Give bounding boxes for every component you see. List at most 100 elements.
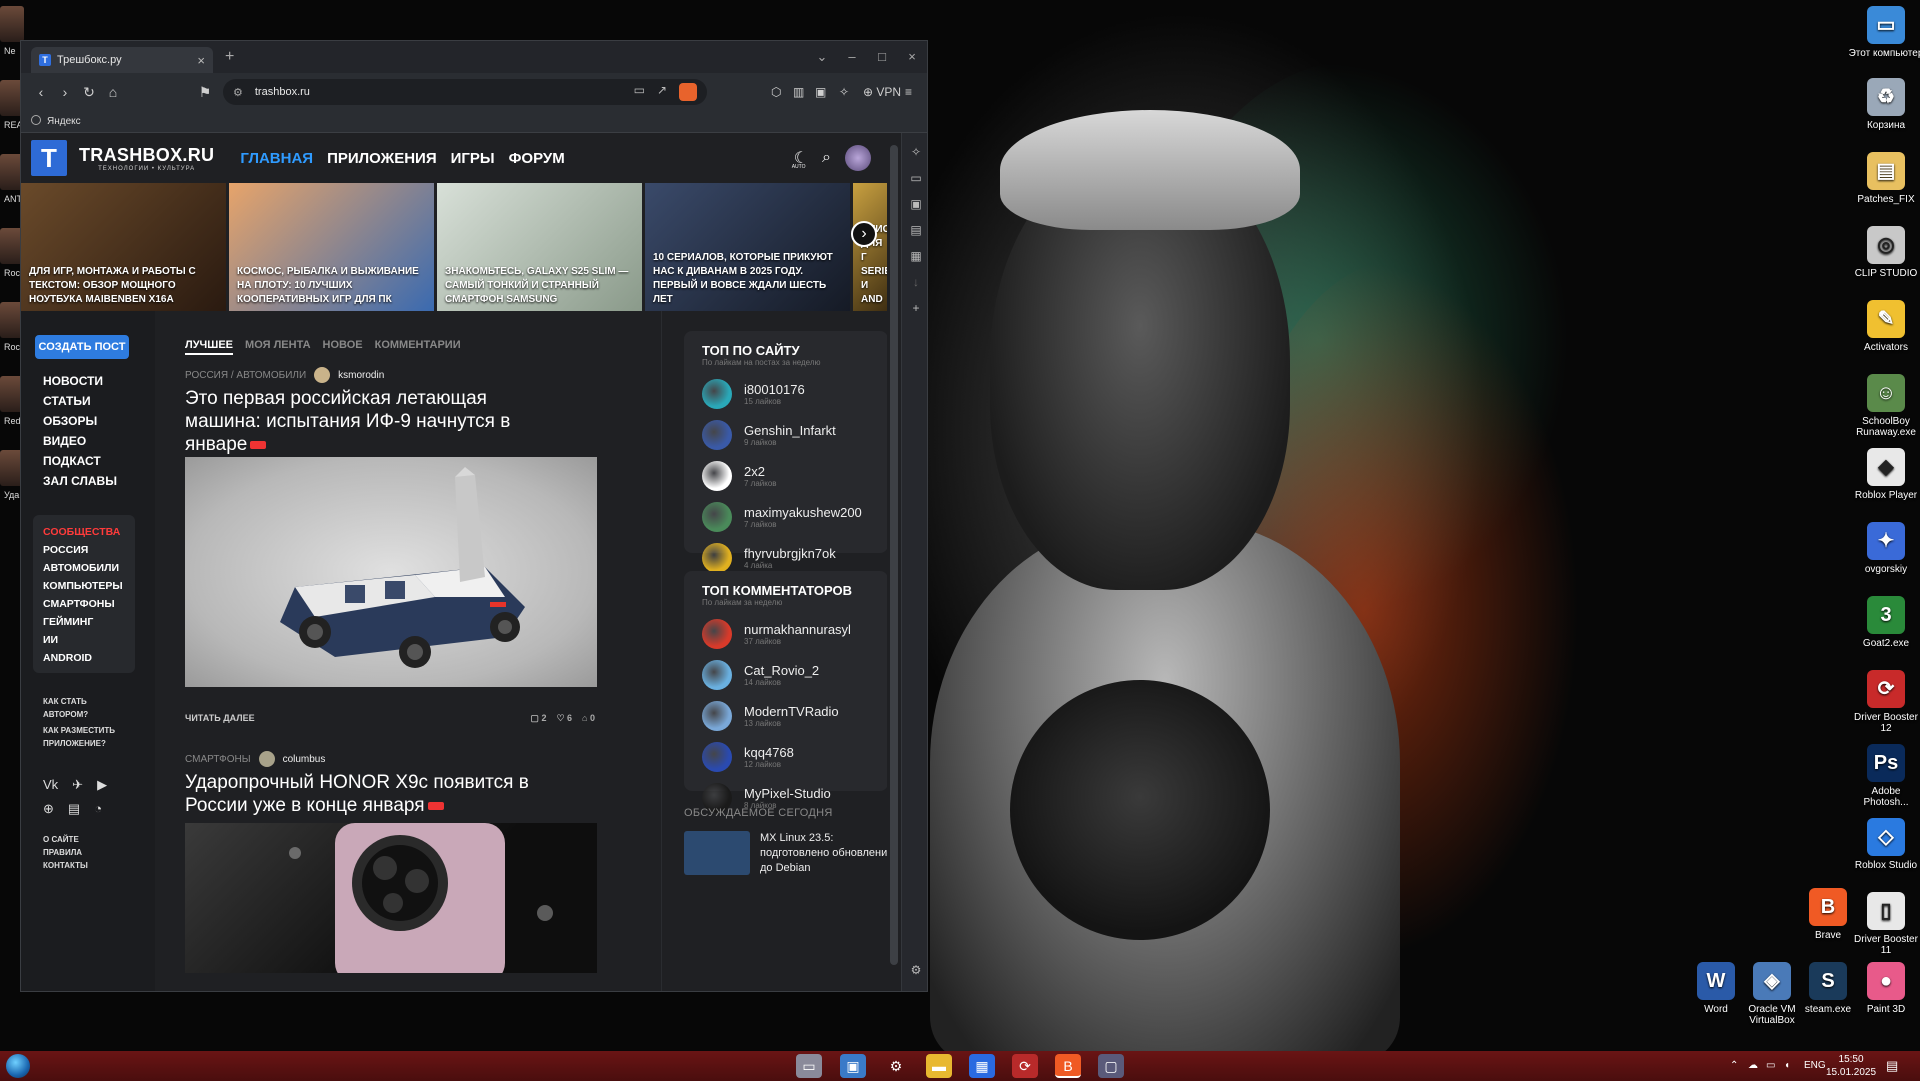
- nav-item-0[interactable]: ГЛАВНАЯ: [240, 150, 313, 167]
- carousel-card[interactable]: КОСМОС, РЫБАЛКА И ВЫЖИВАНИЕ НА ПЛОТУ: 10…: [229, 183, 434, 311]
- menu-icon[interactable]: ≡: [905, 73, 912, 111]
- user-item[interactable]: 2x2 7 лайков: [702, 455, 870, 496]
- start-button[interactable]: [6, 1054, 30, 1078]
- wallet-sidebar-icon[interactable]: ▣: [902, 197, 927, 211]
- back-icon[interactable]: ‹: [29, 80, 53, 104]
- feed-tab[interactable]: МОЯ ЛЕНТА: [245, 339, 311, 355]
- discussed-item[interactable]: MX Linux 23.5: подготовлено обновление д…: [684, 831, 901, 876]
- desktop-icon[interactable]: ✦ ovgorskiy: [1848, 522, 1920, 575]
- desktop-icon[interactable]: Ps Adobe Photosh...: [1848, 744, 1920, 808]
- forward-icon[interactable]: ›: [53, 80, 77, 104]
- close-tab-icon[interactable]: ×: [197, 53, 205, 68]
- language-indicator[interactable]: ENG: [1804, 1051, 1826, 1081]
- post-title-2[interactable]: Ударопрочный HONOR X9c появится в России…: [185, 771, 565, 817]
- nav-link[interactable]: ЗАЛ СЛАВЫ: [43, 471, 117, 491]
- carousel-card[interactable]: ЗНАКОМЬТЕСЬ, GALAXY S25 SLIM — САМЫЙ ТОН…: [437, 183, 642, 311]
- post-image-2[interactable]: [185, 823, 597, 973]
- vk-icon[interactable]: Vk: [43, 777, 58, 793]
- footer-link[interactable]: КОНТАКТЫ: [43, 859, 88, 872]
- post-category[interactable]: РОССИЯ / АВТОМОБИЛИ: [185, 370, 306, 381]
- user-item[interactable]: maximyakushew200 7 лайков: [702, 496, 870, 537]
- likes-count[interactable]: ♡ 6: [556, 713, 572, 724]
- zen-icon[interactable]: ▤: [68, 801, 80, 817]
- community-link[interactable]: КОМПЬЮТЕРЫ: [43, 577, 125, 595]
- desktop-icon[interactable]: ☺ SchoolBoy Runaway.exe: [1848, 374, 1920, 438]
- post-author[interactable]: ksmorodin: [338, 370, 384, 381]
- folder-icon[interactable]: ▬: [926, 1054, 952, 1078]
- leo-icon[interactable]: ✧: [902, 145, 927, 159]
- community-link[interactable]: ГЕЙМИНГ: [43, 613, 125, 631]
- nav-item-2[interactable]: ИГРЫ: [451, 150, 495, 167]
- extensions-icon[interactable]: ⬡: [771, 73, 781, 111]
- post-category[interactable]: СМАРТФОНЫ: [185, 754, 251, 765]
- theme-moon-icon[interactable]: ☾ AUTO: [792, 148, 808, 170]
- post-title[interactable]: Это первая российская летающая машина: и…: [185, 387, 565, 456]
- help-link[interactable]: КАК РАЗМЕСТИТЬ ПРИЛОЖЕНИЕ?: [43, 724, 133, 750]
- store-icon[interactable]: ▦: [969, 1054, 995, 1078]
- maximize-icon[interactable]: □: [867, 41, 897, 73]
- brave-shield-icon[interactable]: [679, 83, 697, 101]
- desktop-icon[interactable]: B Brave: [1790, 888, 1866, 941]
- desktop-icon[interactable]: ◆ Roblox Player: [1848, 448, 1920, 501]
- cast-icon[interactable]: ▭: [634, 83, 645, 101]
- user-item[interactable]: ModernTVRadio 13 лайков: [702, 695, 870, 736]
- carousel-card[interactable]: 10 СЕРИАЛОВ, КОТОРЫЕ ПРИКУЮТ НАС К ДИВАН…: [645, 183, 850, 311]
- user-item[interactable]: kqq4768 12 лайков: [702, 736, 870, 777]
- create-post-button[interactable]: СОЗДАТЬ ПОСТ: [35, 335, 129, 359]
- add-icon[interactable]: ⊕: [43, 801, 54, 817]
- feed-tab[interactable]: КОММЕНТАРИИ: [375, 339, 461, 355]
- feed-tab[interactable]: НОВОЕ: [323, 339, 363, 355]
- scrollbar[interactable]: [887, 133, 901, 991]
- volume-tray-icon[interactable]: ◖: [1784, 1051, 1790, 1081]
- communities-title[interactable]: СООБЩЕСТВА: [43, 523, 125, 541]
- nav-link[interactable]: НОВОСТИ: [43, 371, 103, 391]
- community-link[interactable]: СМАРТФОНЫ: [43, 595, 125, 613]
- community-link[interactable]: РОССИЯ: [43, 541, 125, 559]
- site-logo[interactable]: TRASHBOX.RU ТЕХНОЛОГИИ • КУЛЬТУРА: [79, 145, 214, 172]
- user-item[interactable]: i80010176 15 лайков: [702, 373, 870, 414]
- desktop-icon[interactable]: ◇ Roblox Studio: [1848, 818, 1920, 871]
- new-tab-icon[interactable]: +: [225, 48, 234, 66]
- bookmarks-sidebar-icon[interactable]: ▤: [902, 223, 927, 237]
- leo-ai-icon[interactable]: ✧: [839, 73, 849, 111]
- desktop-icon[interactable]: ● Paint 3D: [1848, 962, 1920, 1015]
- rss-icon[interactable]: ◔: [94, 801, 102, 817]
- desktop-icon[interactable]: ✎ Activators: [1848, 300, 1920, 353]
- footer-link[interactable]: ПРАВИЛА: [43, 846, 88, 859]
- nav-link[interactable]: СТАТЬИ: [43, 391, 103, 411]
- comments-count[interactable]: ▢ 2: [530, 713, 546, 724]
- display-tray-icon[interactable]: ▭: [1766, 1051, 1775, 1081]
- browser-tab[interactable]: T Трешбокс.ру ×: [31, 47, 213, 73]
- home-icon[interactable]: ⌂: [101, 80, 125, 104]
- nav-link[interactable]: ОБЗОРЫ: [43, 411, 103, 431]
- nav-item-1[interactable]: ПРИЛОЖЕНИЯ: [327, 150, 437, 167]
- minimize-icon[interactable]: –: [837, 41, 867, 73]
- nav-link[interactable]: ПОДКАСТ: [43, 451, 117, 471]
- post-author[interactable]: columbus: [283, 754, 326, 765]
- reposts-count[interactable]: ⌂ 0: [582, 713, 595, 724]
- download-icon[interactable]: ↓: [902, 275, 927, 289]
- network-tray-icon[interactable]: ☁: [1748, 1051, 1758, 1081]
- monitor-app-icon[interactable]: ▣: [840, 1054, 866, 1078]
- settings-gear-icon[interactable]: ⚙: [883, 1054, 909, 1078]
- community-link[interactable]: АВТОМОБИЛИ: [43, 559, 125, 577]
- notifications-icon[interactable]: ▤: [1886, 1051, 1898, 1081]
- close-window-icon[interactable]: ×: [897, 41, 927, 73]
- add-panel-icon[interactable]: +: [902, 301, 927, 315]
- footer-link[interactable]: О САЙТЕ: [43, 833, 88, 846]
- user-item[interactable]: nurmakhannurasyl 37 лайков: [702, 613, 870, 654]
- read-more-link[interactable]: ЧИТАТЬ ДАЛЕЕ: [185, 713, 255, 724]
- telegram-icon[interactable]: ✈: [72, 777, 83, 793]
- tray-chevron-icon[interactable]: ⌃: [1730, 1051, 1738, 1081]
- nav-link[interactable]: ВИДЕО: [43, 431, 117, 451]
- driver-booster-icon[interactable]: ⟳: [1012, 1054, 1038, 1078]
- tab-list-chevron-icon[interactable]: ⌄: [807, 41, 837, 73]
- left-desktop-icon[interactable]: Ne: [0, 6, 24, 56]
- desktop-icon[interactable]: ◎ CLIP STUDIO: [1848, 226, 1920, 279]
- wallet-icon[interactable]: ▣: [815, 73, 826, 111]
- desktop-icon[interactable]: ♻ Корзина: [1848, 78, 1920, 131]
- brave-taskbar-icon[interactable]: B: [1055, 1054, 1081, 1078]
- vpn-button[interactable]: ⊕ VPN: [863, 73, 901, 111]
- feed-tab[interactable]: ЛУЧШЕЕ: [185, 339, 234, 355]
- history-icon[interactable]: ▦: [902, 249, 927, 263]
